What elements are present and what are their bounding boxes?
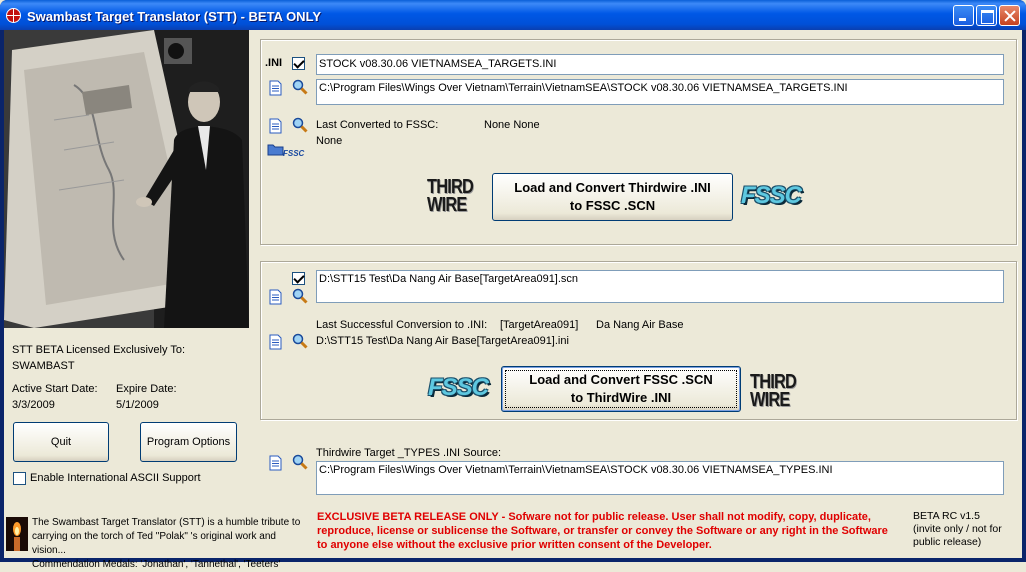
- scn-path-field[interactable]: D:\STT15 Test\Da Nang Air Base[TargetAre…: [316, 270, 1004, 303]
- ini-path-field[interactable]: C:\Program Files\Wings Over Vietnam\Terr…: [316, 79, 1004, 105]
- expire-date-label: Expire Date:: [116, 383, 177, 395]
- open-file-icon[interactable]: [269, 80, 282, 96]
- last-success-label: Last Successful Conversion to .INI:: [316, 319, 488, 331]
- search-icon[interactable]: [292, 79, 308, 95]
- open-file-icon[interactable]: [269, 455, 282, 471]
- title-bar[interactable]: Swambast Target Translator (STT) - BETA …: [0, 0, 1026, 30]
- photo-image: [4, 30, 249, 328]
- ini-name-field[interactable]: STOCK v08.30.06 VIETNAMSEA_TARGETS.INI: [316, 54, 1004, 75]
- thirdwire-logo-line: WIRE: [427, 194, 467, 216]
- open-file-icon[interactable]: [269, 118, 282, 134]
- last-converted-label: Last Converted to FSSC:: [316, 119, 439, 131]
- tribute-text: The Swambast Target Translator (STT) is …: [32, 516, 302, 572]
- beta-release-notice: EXCLUSIVE BETA RELEASE ONLY - Sofware no…: [317, 511, 888, 551]
- search-icon[interactable]: [292, 117, 308, 133]
- window-title: Swambast Target Translator (STT) - BETA …: [27, 9, 321, 24]
- program-options-button[interactable]: Program Options: [140, 422, 237, 462]
- search-icon[interactable]: [292, 288, 308, 304]
- search-icon[interactable]: [292, 333, 308, 349]
- version-line: BETA RC v1.5: [913, 510, 980, 522]
- maximize-button[interactable]: [976, 5, 997, 26]
- last-success-target: [TargetArea091]: [500, 319, 579, 331]
- app-window: Swambast Target Translator (STT) - BETA …: [0, 0, 1026, 570]
- expire-date-value: 5/1/2009: [116, 399, 159, 411]
- fssc-badge[interactable]: FSSC: [283, 149, 304, 158]
- fssc-logo: FSSC: [428, 374, 489, 401]
- close-button[interactable]: [999, 5, 1020, 26]
- active-start-label: Active Start Date:: [12, 383, 98, 395]
- convert-scn-to-ini-button[interactable]: Load and Convert FSSC .SCN to ThirdWire …: [501, 366, 741, 412]
- app-icon[interactable]: [6, 8, 21, 23]
- last-success-path: D:\STT15 Test\Da Nang Air Base[TargetAre…: [316, 335, 569, 347]
- active-start-value: 3/3/2009: [12, 399, 55, 411]
- ini-enable-checkbox[interactable]: [292, 57, 305, 70]
- historical-photo: [4, 30, 249, 328]
- tribute-line: Commendation Medals: 'Jonathan', 'Tannet…: [32, 559, 281, 570]
- intl-ascii-checkbox[interactable]: [13, 472, 26, 485]
- version-info: BETA RC v1.5 (invite only / not for publ…: [913, 510, 1018, 549]
- search-icon[interactable]: [292, 454, 308, 470]
- ini-label: .INI: [265, 57, 283, 69]
- button-line: to FSSC .SCN: [569, 198, 656, 213]
- thirdwire-logo-line: WIRE: [750, 389, 790, 411]
- version-note: (invite only / not for public release): [913, 523, 1002, 548]
- last-success-name: Da Nang Air Base: [596, 319, 684, 331]
- licensee-name: SWAMBAST: [12, 360, 75, 372]
- intl-ascii-label: Enable International ASCII Support: [30, 472, 201, 484]
- client-area: STT BETA Licensed Exclusively To: SWAMBA…: [4, 30, 1022, 570]
- open-file-icon[interactable]: [269, 289, 282, 305]
- focus-ring: [505, 370, 737, 408]
- last-converted-value: None None: [484, 119, 540, 131]
- licensed-to-label: STT BETA Licensed Exclusively To:: [12, 344, 186, 356]
- tribute-line: carrying on the torch of Ted "Polak" 's …: [32, 531, 276, 556]
- thirdwire-logo: THIRD WIRE: [750, 372, 797, 411]
- minimize-button[interactable]: [953, 5, 974, 26]
- fssc-logo: FSSC: [741, 182, 802, 209]
- types-source-label: Thirdwire Target _TYPES .INI Source:: [316, 447, 502, 459]
- quit-button[interactable]: Quit: [13, 422, 109, 462]
- scn-enable-checkbox[interactable]: [292, 272, 305, 285]
- button-line: Load and Convert Thirdwire .INI: [514, 180, 711, 195]
- open-file-icon[interactable]: [269, 334, 282, 350]
- thirdwire-logo: THIRD WIRE: [427, 177, 474, 216]
- convert-ini-to-fssc-button[interactable]: Load and Convert Thirdwire .INI to FSSC …: [492, 173, 733, 221]
- candle-icon: [6, 517, 28, 551]
- last-converted-path: None: [316, 135, 343, 147]
- types-path-field[interactable]: C:\Program Files\Wings Over Vietnam\Terr…: [316, 461, 1004, 495]
- tribute-line: The Swambast Target Translator (STT) is …: [32, 517, 301, 528]
